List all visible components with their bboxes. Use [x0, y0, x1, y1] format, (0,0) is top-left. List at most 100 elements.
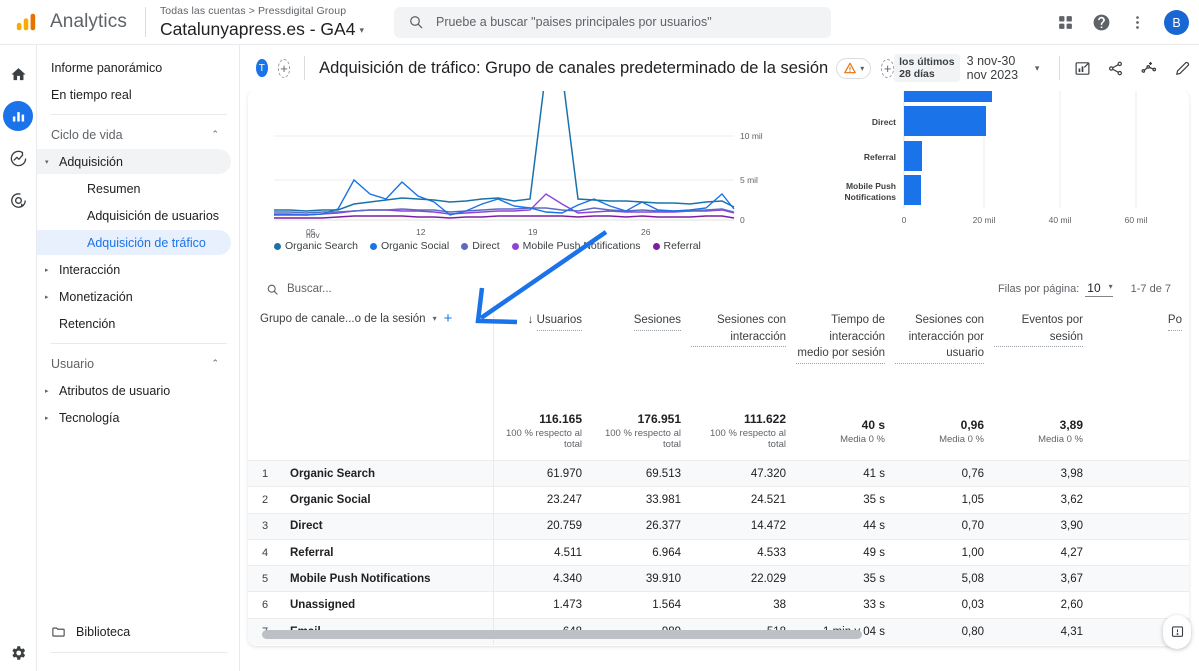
- totals-cell: 3,89 Media 0 %: [994, 406, 1093, 461]
- rows-per-page-control[interactable]: Filas por página: 10 ▾: [998, 281, 1113, 297]
- data-warning-chip[interactable]: ▾: [836, 57, 872, 79]
- row-metric-cell: 4,27: [994, 538, 1093, 566]
- horizontal-scrollbar[interactable]: [248, 630, 1189, 640]
- add-comparison-button[interactable]: +: [277, 58, 291, 78]
- share-icon[interactable]: [1107, 60, 1124, 77]
- column-header-tiempo-interaccion-medio[interactable]: Tiempo de interacción medio por sesión: [796, 304, 895, 406]
- column-header-eventos-por-sesion[interactable]: Eventos por sesión: [994, 304, 1093, 406]
- row-metric-cell: 6.964: [592, 538, 691, 566]
- totals-cell: 40 s Media 0 %: [796, 406, 895, 461]
- insights-chart-icon[interactable]: [1074, 60, 1091, 77]
- rail-item-explore[interactable]: [3, 143, 33, 173]
- table-row[interactable]: 5 Mobile Push Notifications 4.340 39.910 22.…: [248, 565, 1189, 592]
- row-metric-cell: 35 s: [796, 565, 895, 592]
- column-header-sesiones[interactable]: Sesiones: [592, 304, 691, 406]
- legend-label: Organic Social: [380, 240, 450, 252]
- legend-item[interactable]: Mobile Push Notifications: [511, 240, 641, 252]
- sidebar-section-ciclo-de-vida[interactable]: Ciclo de vida ⌃: [37, 122, 231, 147]
- more-vert-icon[interactable]: [1129, 14, 1146, 31]
- avatar[interactable]: B: [1164, 10, 1189, 35]
- sidebar-item-informe-panoramico[interactable]: Informe panorámico: [37, 55, 231, 80]
- compare-trend-icon[interactable]: [1140, 59, 1158, 77]
- totals-dimension-cell: [248, 406, 493, 461]
- row-metric-cell: 4.340: [492, 565, 592, 592]
- total-value: 116.165: [539, 412, 582, 426]
- total-subtext: 100 % respecto al total: [604, 428, 681, 450]
- row-metric-cell: 49 s: [796, 538, 895, 566]
- row-metric-cell: 23.247: [492, 486, 592, 514]
- header-divider: [1059, 56, 1060, 80]
- search-input[interactable]: Pruebe a buscar "paises principales por …: [436, 15, 712, 29]
- table-row[interactable]: 3 Direct 20.759 26.377 14.472 44 s 0,70 3,90: [248, 512, 1189, 540]
- table-row[interactable]: 1 Organic Search 61.970 69.513 47.320 41 s 0,7…: [248, 459, 1189, 487]
- horizontal-scrollbar-thumb[interactable]: [262, 630, 862, 639]
- row-metric-cell: 3,98: [994, 459, 1093, 487]
- sidebar-item-monetizacion[interactable]: ▸ Monetización: [37, 284, 231, 309]
- rows-per-page-select[interactable]: 10 ▾: [1085, 281, 1113, 297]
- column-header-truncated[interactable]: Po: [1093, 304, 1189, 406]
- help-icon[interactable]: [1092, 13, 1111, 32]
- column-header-sesiones-con-interaccion-por-usuario[interactable]: Sesiones con interacción por usuario: [895, 304, 994, 406]
- totals-cell: 176.951 100 % respecto al total: [592, 406, 691, 461]
- global-search-box[interactable]: Pruebe a buscar "paises principales por …: [393, 6, 831, 38]
- triangle-right-icon: ▸: [45, 266, 49, 274]
- rail-item-reports[interactable]: [3, 101, 33, 131]
- table-search-input[interactable]: Buscar...: [287, 283, 332, 295]
- row-metric-cell: 33.981: [592, 486, 691, 514]
- row-dimension[interactable]: Mobile Push Notifications: [278, 565, 493, 592]
- sidebar-item-tecnologia[interactable]: ▸ Tecnología: [37, 405, 231, 430]
- table-row[interactable]: 2 Organic Social 23.247 33.981 24.521 35 s 1,0…: [248, 486, 1189, 514]
- row-dimension[interactable]: Organic Search: [278, 459, 493, 487]
- sidebar-item-atributos-de-usuario[interactable]: ▸ Atributos de usuario: [37, 378, 231, 403]
- row-dimension[interactable]: Referral: [278, 538, 493, 566]
- dimension-header-label[interactable]: Grupo de canale...o de la sesión: [260, 313, 426, 325]
- rail-item-home[interactable]: [3, 59, 33, 89]
- chevron-down-icon: ▾: [1108, 282, 1113, 291]
- sidebar-item-biblioteca[interactable]: Biblioteca: [37, 619, 232, 644]
- sidebar-item-adquisicion[interactable]: ▾ Adquisición: [37, 149, 231, 174]
- table-row[interactable]: 4 Referral 4.511 6.964 4.533 49 s 1,00 4,27: [248, 538, 1189, 566]
- add-dimension-plus-button[interactable]: +: [444, 311, 453, 326]
- sidebar-item-resumen[interactable]: Resumen: [37, 176, 231, 201]
- date-range-selector[interactable]: los últimos 28 días 3 nov-30 nov 2023 ▾: [894, 54, 1045, 82]
- table-search-box[interactable]: Buscar...: [266, 283, 332, 296]
- report-card: 10 mil 5 mil 0 05 12 19 26 nov Direct Re…: [248, 90, 1189, 646]
- row-metric-cell: 38: [691, 591, 796, 619]
- legend-item[interactable]: Organic Social: [369, 240, 450, 252]
- chevron-up-icon: ⌃: [211, 129, 219, 139]
- comparison-badge[interactable]: T: [256, 59, 268, 77]
- sidebar-library-section: Biblioteca: [37, 617, 240, 653]
- sidebar-item-adquisicion-de-trafico[interactable]: Adquisición de tráfico: [37, 230, 231, 255]
- rail-item-advertising[interactable]: [3, 185, 33, 215]
- legend-label: Referral: [663, 240, 701, 252]
- sidebar-item-label: Retención: [59, 316, 116, 331]
- chevron-down-icon[interactable]: ▾: [433, 314, 437, 323]
- chevron-down-icon[interactable]: ▾: [1035, 63, 1040, 74]
- column-header-usuarios[interactable]: ↓ Usuarios: [492, 304, 592, 406]
- sidebar-item-interaccion[interactable]: ▸ Interacción: [37, 257, 231, 282]
- row-dimension[interactable]: Direct: [278, 512, 493, 540]
- apps-grid-icon[interactable]: [1057, 14, 1074, 31]
- column-header-sesiones-con-interaccion[interactable]: Sesiones con interacción: [691, 304, 796, 406]
- users-over-time-line-chart[interactable]: 10 mil 5 mil 0 05 12 19 26 nov: [266, 90, 766, 240]
- add-filter-button[interactable]: +: [881, 58, 895, 78]
- legend-item[interactable]: Referral: [652, 240, 701, 252]
- sidebar-item-adquisicion-de-usuarios[interactable]: Adquisición de usuarios: [37, 203, 231, 228]
- legend-item[interactable]: Direct: [461, 240, 500, 252]
- chevron-down-icon[interactable]: ▾: [359, 25, 364, 35]
- settings-icon[interactable]: [9, 644, 27, 667]
- sidebar-item-retencion[interactable]: Retención: [37, 311, 231, 336]
- users-by-channel-bar-chart[interactable]: Direct Referral Mobile Push Notification…: [808, 90, 1168, 240]
- edit-pencil-icon[interactable]: [1174, 60, 1191, 77]
- sidebar-section-usuario[interactable]: Usuario ⌃: [37, 351, 231, 376]
- sidebar-item-en-tiempo-real[interactable]: En tiempo real: [37, 82, 231, 107]
- table-row[interactable]: 6 Unassigned 1.473 1.564 38 33 s 0,03 2,60: [248, 591, 1189, 619]
- row-metric-cell: 39.910: [592, 565, 691, 592]
- row-dimension[interactable]: Organic Social: [278, 486, 493, 514]
- legend-item[interactable]: Organic Search: [274, 240, 358, 252]
- account-selector[interactable]: Todas las cuentas > Pressdigital Group C…: [160, 5, 364, 38]
- row-dimension[interactable]: Unassigned: [278, 591, 493, 619]
- feedback-button[interactable]: [1163, 615, 1191, 649]
- column-header-label: Sesiones con interacción: [691, 312, 786, 348]
- row-metric-cell: 61.970: [492, 459, 592, 487]
